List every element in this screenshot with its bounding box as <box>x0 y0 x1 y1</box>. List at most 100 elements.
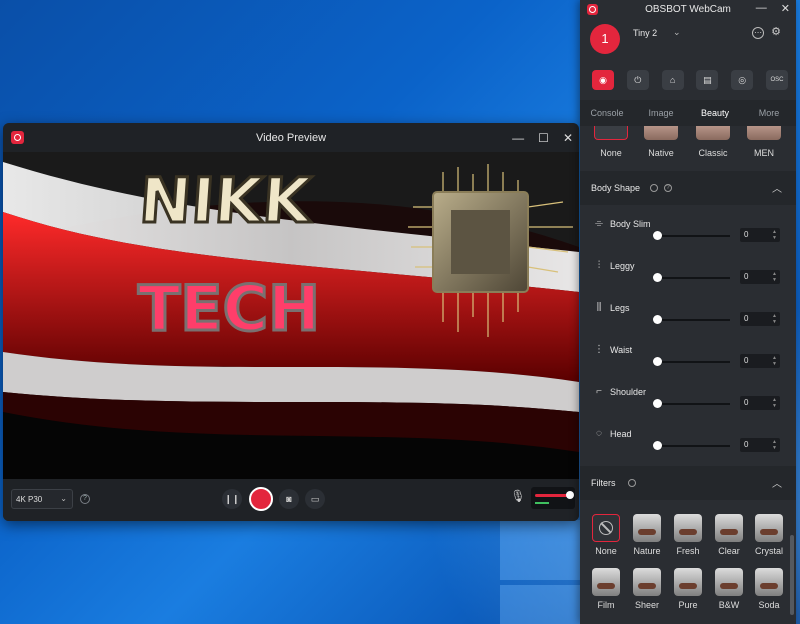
volume-slider-thumb[interactable] <box>566 491 574 499</box>
tab-more[interactable]: More <box>742 108 796 118</box>
filter-bw[interactable]: B&W <box>713 568 745 610</box>
osc-button[interactable]: OSC <box>765 70 788 90</box>
filter-thumb <box>674 514 702 542</box>
slider-thumb[interactable] <box>653 441 662 450</box>
close-button[interactable]: ✕ <box>781 2 790 15</box>
filter-soda[interactable]: Soda <box>753 568 785 610</box>
minimize-button[interactable]: — <box>756 2 767 15</box>
slider-value: 0 <box>744 440 749 449</box>
resolution-select[interactable]: 4K P30 ⌄ <box>11 489 73 509</box>
slider-label: Waist <box>610 345 633 355</box>
filter-thumb <box>715 568 743 596</box>
slider-label: Body Slim <box>610 219 651 229</box>
filter-thumb <box>755 514 783 542</box>
filter-label: Pure <box>678 600 698 610</box>
panel-scrollbar[interactable] <box>790 535 794 615</box>
slider-thumb[interactable] <box>653 399 662 408</box>
maximize-button[interactable]: ☐ <box>538 131 549 145</box>
filter-film[interactable]: Film <box>590 568 622 610</box>
slider-value: 0 <box>744 356 749 365</box>
minimize-button[interactable]: — <box>512 131 524 145</box>
spinner-icon[interactable]: ▲ ▼ <box>772 439 777 451</box>
filter-label: Soda <box>758 600 780 610</box>
video-preview-title: Video Preview <box>255 131 327 144</box>
slider-value-input[interactable]: 0 ▲ ▼ <box>740 354 780 368</box>
spinner-icon[interactable]: ▲ ▼ <box>772 229 777 241</box>
screen-button[interactable]: ▤ <box>696 70 719 90</box>
slider-value-input[interactable]: 0 ▲ ▼ <box>740 312 780 326</box>
slider-label: Legs <box>610 303 630 313</box>
body-shape-help-icon[interactable]: ? <box>664 184 672 192</box>
webcam-button[interactable]: ◎ <box>731 70 754 90</box>
filter-none[interactable]: None <box>590 514 622 556</box>
video-preview-titlebar[interactable]: Video Preview — ☐ ✕ <box>3 123 579 152</box>
spinner-icon[interactable]: ▲ ▼ <box>772 271 777 283</box>
slider-value-input[interactable]: 0 ▲ ▼ <box>740 228 780 242</box>
slider-thumb[interactable] <box>653 231 662 240</box>
chevron-up-icon[interactable]: ︿ <box>772 180 782 195</box>
filters-header[interactable]: Filters ︿ <box>580 466 796 500</box>
slider-legs: ⫼ Legs 0 ▲ ▼ <box>580 296 796 338</box>
device-selector[interactable]: 1 Tiny 2 ⌄ ⋯ ⚙ <box>580 22 796 58</box>
pause-button[interactable]: ❙❙ <box>222 489 242 509</box>
tracking-button[interactable]: ⌂ <box>661 70 684 90</box>
slider-leggy: ⫶ Leggy 0 ▲ ▼ <box>580 254 796 296</box>
open-folder-button[interactable]: ▭ <box>305 489 325 509</box>
head-icon: ◌ <box>596 428 602 439</box>
slider-value-input[interactable]: 0 ▲ ▼ <box>740 270 780 284</box>
resolution-value: 4K P30 <box>16 494 43 504</box>
more-options-icon[interactable]: ⋯ <box>752 27 764 39</box>
slider-track[interactable] <box>658 319 730 321</box>
close-button[interactable]: ✕ <box>563 131 573 145</box>
chevron-down-icon[interactable]: ⌄ <box>673 27 681 38</box>
shoulder-icon: ⌐ <box>596 386 602 397</box>
filter-sheer[interactable]: Sheer <box>631 568 663 610</box>
tab-console[interactable]: Console <box>580 108 634 118</box>
microphone-icon[interactable]: 🎙 <box>509 489 527 507</box>
slider-thumb[interactable] <box>653 315 662 324</box>
slider-thumb[interactable] <box>653 357 662 366</box>
record-button[interactable] <box>249 487 273 511</box>
power-button[interactable]: ⏻ <box>626 70 649 90</box>
mode-toolbar: ◉ ⏻ ⌂ ▤ ◎ OSC <box>592 70 788 92</box>
slider-thumb[interactable] <box>653 273 662 282</box>
panel-titlebar[interactable]: OBSBOT WebCam — ✕ <box>580 0 796 18</box>
spinner-icon[interactable]: ▲ ▼ <box>772 313 777 325</box>
chevron-down-icon: ⌄ <box>60 494 67 503</box>
filter-thumb <box>674 568 702 596</box>
body-shape-header[interactable]: Body Shape ? ︿ <box>580 171 796 205</box>
desktop-window-pane <box>500 585 580 624</box>
tab-image[interactable]: Image <box>634 108 688 118</box>
camera-mode-button[interactable]: ◉ <box>592 70 614 90</box>
slider-track[interactable] <box>658 403 730 405</box>
panel-tabs: Console Image Beauty More <box>580 100 796 126</box>
filter-label: Film <box>597 600 615 610</box>
slider-track[interactable] <box>658 277 730 279</box>
slider-value-input[interactable]: 0 ▲ ▼ <box>740 396 780 410</box>
slider-track[interactable] <box>658 235 730 237</box>
spinner-icon[interactable]: ▲ ▼ <box>772 355 777 367</box>
filters-toggle-icon[interactable] <box>628 479 636 487</box>
filter-clear[interactable]: Clear <box>713 514 745 556</box>
volume-control[interactable] <box>531 487 575 509</box>
filter-nature[interactable]: Nature <box>631 514 663 556</box>
gear-icon[interactable]: ⚙ <box>770 27 782 39</box>
slider-track[interactable] <box>658 361 730 363</box>
spinner-icon[interactable]: ▲ ▼ <box>772 397 777 409</box>
snapshot-button[interactable]: ◙ <box>279 489 299 509</box>
body-shape-toggle-icon[interactable] <box>650 184 658 192</box>
slider-value: 0 <box>744 230 749 239</box>
filter-fresh[interactable]: Fresh <box>672 514 704 556</box>
tab-beauty[interactable]: Beauty <box>688 108 742 118</box>
slider-track[interactable] <box>658 445 730 447</box>
chevron-up-icon[interactable]: ︿ <box>772 475 782 490</box>
filter-thumb <box>592 514 620 542</box>
slider-body-slim: ⌯ Body Slim 0 ▲ ▼ <box>580 212 796 254</box>
filter-thumb <box>755 568 783 596</box>
help-icon[interactable]: ? <box>80 494 90 504</box>
filter-label: Clear <box>718 546 740 556</box>
filter-pure[interactable]: Pure <box>672 568 704 610</box>
slider-value-input[interactable]: 0 ▲ ▼ <box>740 438 780 452</box>
filter-label: Fresh <box>676 546 700 556</box>
filter-crystal[interactable]: Crystal <box>753 514 785 556</box>
